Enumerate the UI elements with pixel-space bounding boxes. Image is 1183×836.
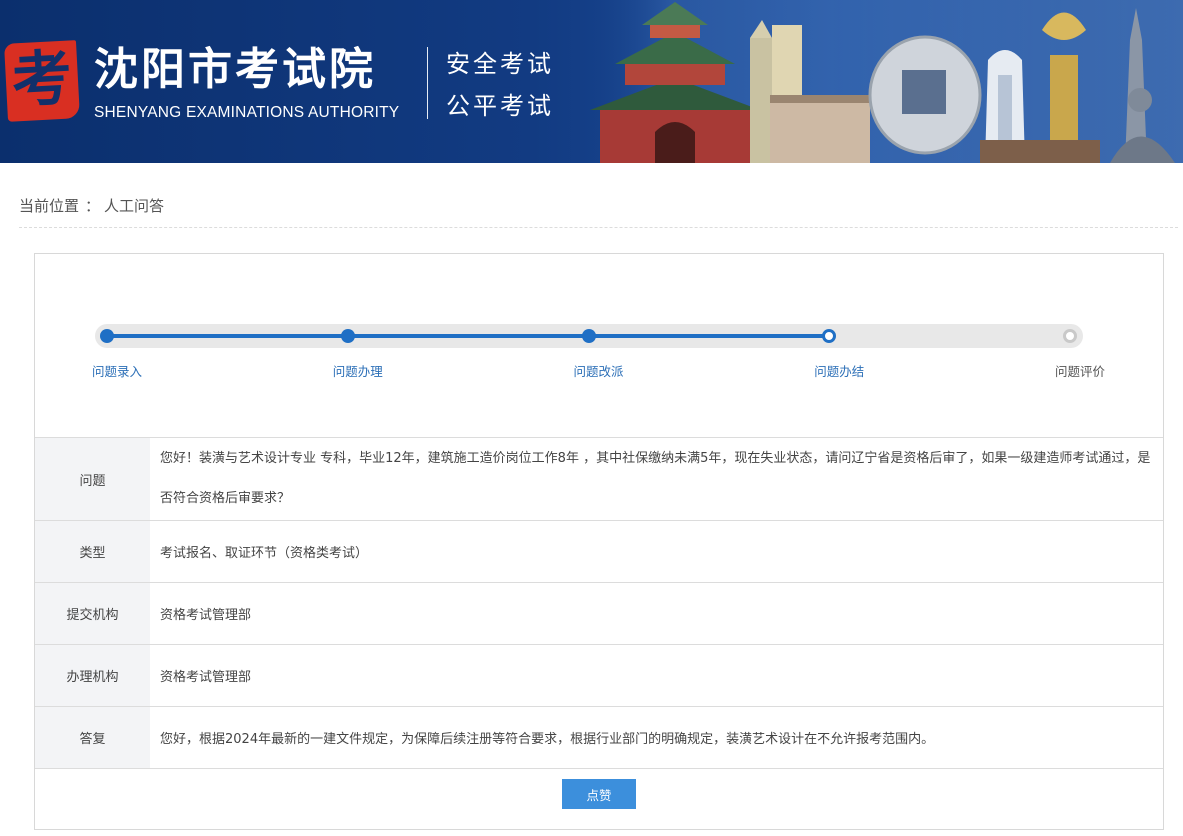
table-row-submit-org: 提交机构 资格考试管理部	[35, 582, 1163, 645]
breadcrumb-separator: ：	[85, 197, 101, 215]
slogan-fair: 公平考试	[446, 92, 554, 120]
table-row-type: 类型 考试报名、取证环节（资格类考试）	[35, 520, 1163, 583]
breadcrumb-prefix: 当前位置	[19, 197, 80, 215]
building-icon	[770, 100, 870, 163]
type-label: 类型	[35, 520, 150, 583]
question-detail-table: 问题 您好！装潢与艺术设计专业 专科，毕业12年，建筑施工造价岗位工作8年 ，其…	[35, 437, 1163, 769]
progress-fill	[107, 334, 830, 338]
progress-node-handling	[340, 329, 355, 343]
progress-node-entry	[100, 329, 114, 343]
step-label-handling: 问题办理	[332, 364, 383, 379]
progress-node-reassign	[581, 329, 596, 343]
logo-emblem-char: 考	[10, 43, 74, 117]
handle-org-value: 资格考试管理部	[150, 644, 1163, 707]
site-title-en: SHENYANG EXAMINATIONS AUTHORITY	[94, 104, 400, 121]
coin-sculpture-icon	[868, 35, 982, 155]
handle-org-label: 办理机构	[35, 644, 150, 707]
like-button[interactable]: 点赞	[562, 779, 636, 809]
table-row-handle-org: 办理机构 资格考试管理部	[35, 644, 1163, 707]
header-divider	[427, 47, 428, 119]
city-landmarks-illustration	[580, 0, 1183, 163]
submit-org-label: 提交机构	[35, 582, 150, 645]
table-row-reply: 答复 您好，根据2024年最新的一建文件规定，为保障后续注册等符合要求，根据行业…	[35, 706, 1163, 769]
progress-tracker	[95, 324, 1085, 348]
breadcrumb: 当前位置 ：人工问答	[19, 195, 1178, 228]
step-label-closed: 问题办结	[814, 364, 865, 379]
progress-node-evaluation	[1063, 329, 1077, 343]
question-label: 问题	[35, 437, 150, 521]
question-text: 您好！装潢与艺术设计专业 专科，毕业12年，建筑施工造价岗位工作8年 ，其中社保…	[150, 437, 1163, 521]
header-banner: 考 沈阳市考试院 SHENYANG EXAMINATIONS AUTHORITY…	[0, 0, 1183, 163]
logo-emblem: 考	[4, 40, 80, 122]
qa-detail-panel: 问题录入 问题办理 问题改派 问题办结 问题评价 问题 您好！装潢与艺术设计专业…	[34, 253, 1164, 830]
site-title: 沈阳市考试院	[94, 44, 376, 95]
reply-text: 您好，根据2024年最新的一建文件规定，为保障后续注册等符合要求，根据行业部门的…	[150, 706, 1163, 769]
type-value: 考试报名、取证环节（资格类考试）	[150, 520, 1163, 583]
slogan-safe: 安全考试	[446, 50, 554, 78]
breadcrumb-current[interactable]: 人工问答	[104, 197, 164, 215]
table-row-question: 问题 您好！装潢与艺术设计专业 专科，毕业12年，建筑施工造价岗位工作8年 ，其…	[35, 437, 1163, 521]
step-label-evaluation: 问题评价	[1054, 364, 1106, 379]
step-label-reassign: 问题改派	[573, 364, 624, 379]
step-label-entry: 问题录入	[91, 364, 143, 379]
sculpture-base-icon	[980, 140, 1100, 163]
reply-label: 答复	[35, 706, 150, 769]
submit-org-value: 资格考试管理部	[150, 582, 1163, 645]
